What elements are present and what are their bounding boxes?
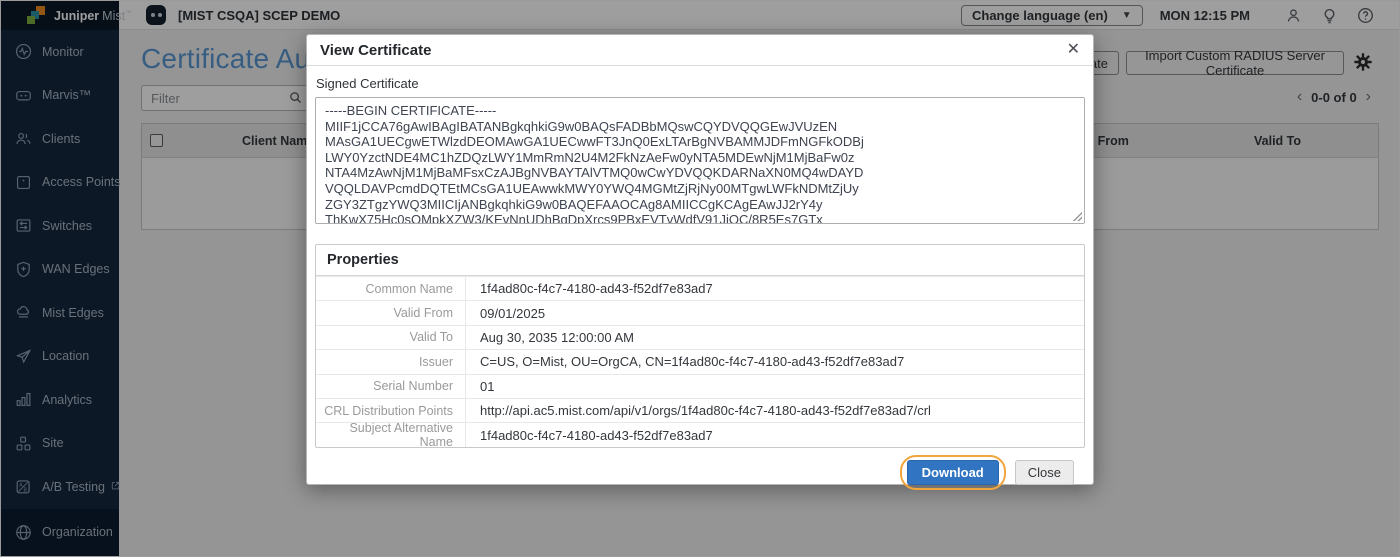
view-certificate-modal: View Certificate ✕ Signed Certificate --… xyxy=(306,34,1094,490)
property-row-serial-number: Serial Number 01 xyxy=(316,373,1084,398)
property-row-valid-from: Valid From 09/01/2025 xyxy=(316,300,1084,325)
properties-panel: Properties Common Name 1f4ad80c-f4c7-418… xyxy=(315,244,1085,449)
signed-certificate-label: Signed Certificate xyxy=(316,76,419,91)
signed-certificate-textarea[interactable]: -----BEGIN CERTIFICATE----- MIIF1jCCA76g… xyxy=(315,97,1085,224)
property-row-common-name: Common Name 1f4ad80c-f4c7-4180-ad43-f52d… xyxy=(316,276,1084,301)
property-row-subject-alternative-name: Subject Alternative Name 1f4ad80c-f4c7-4… xyxy=(316,421,1084,449)
property-row-issuer: Issuer C=US, O=Mist, OU=OrgCA, CN=1f4ad8… xyxy=(316,349,1084,374)
property-row-crl-distribution-points: CRL Distribution Points http://api.ac5.m… xyxy=(316,397,1084,423)
download-button[interactable]: Download xyxy=(906,459,999,485)
close-button[interactable]: Close xyxy=(1014,459,1074,485)
properties-heading: Properties xyxy=(316,245,1084,276)
modal-title: View Certificate xyxy=(320,41,432,59)
app-window: Juniper Mist™ [MIST CSQA] SCEP DEMO Chan… xyxy=(0,0,1400,557)
modal-footer: Download Close xyxy=(315,448,1085,490)
certificate-text: -----BEGIN CERTIFICATE----- MIIF1jCCA76g… xyxy=(325,103,864,224)
property-row-valid-to: Valid To Aug 30, 2035 12:00:00 AM xyxy=(316,324,1084,350)
modal-header: View Certificate ✕ xyxy=(307,35,1093,66)
close-icon[interactable]: ✕ xyxy=(1067,42,1080,58)
download-highlight-ring: Download xyxy=(899,454,1006,490)
